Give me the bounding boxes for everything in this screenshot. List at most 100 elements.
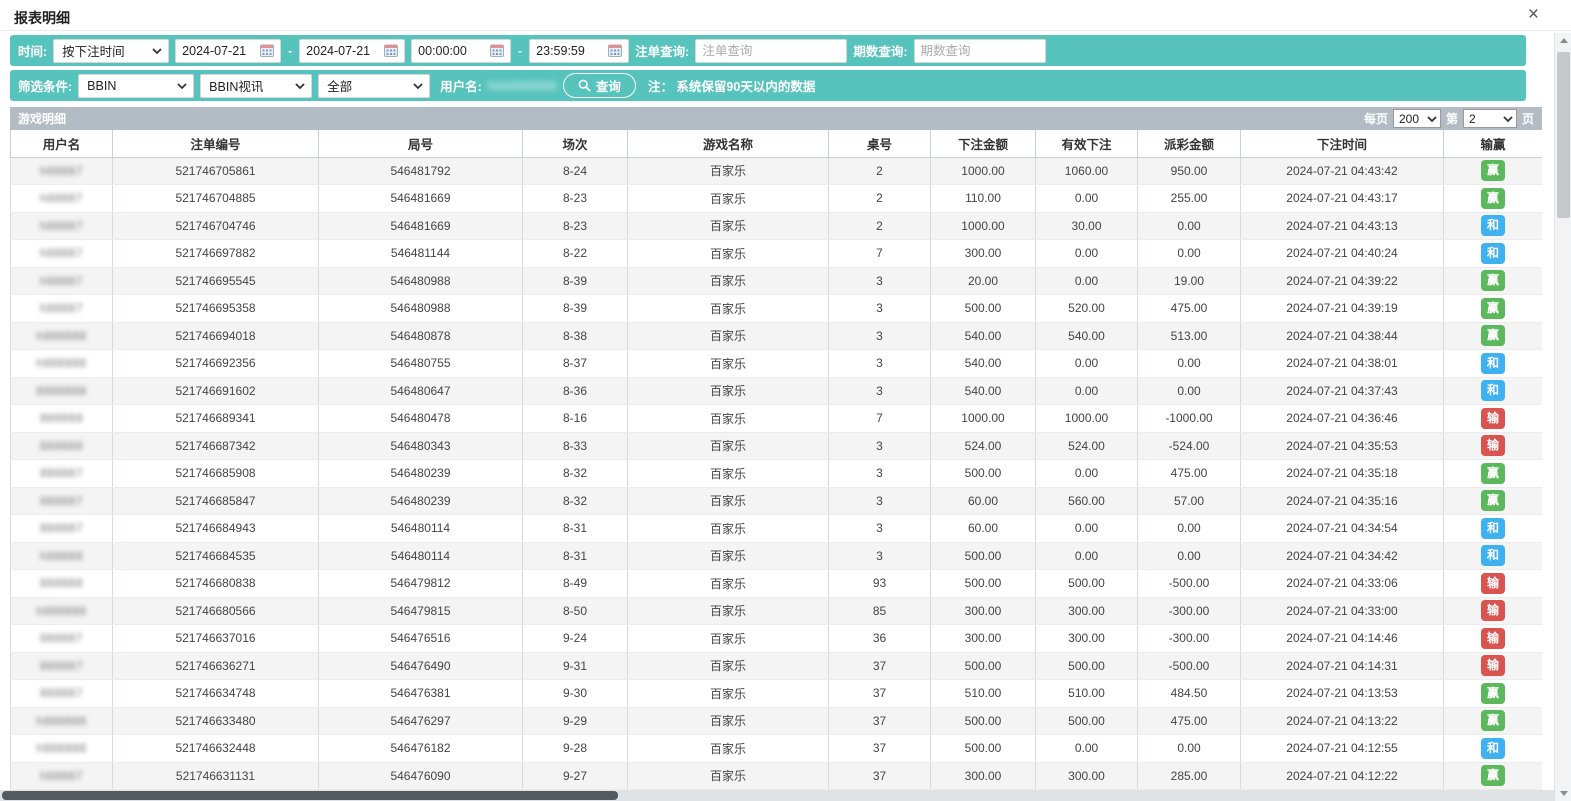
cell-round-no: 546480878 [319,322,523,350]
calendar-icon[interactable] [608,44,622,57]
result-badge: 输 [1481,655,1505,676]
cell-valid-bet: 0.00 [1036,515,1138,543]
time-type-select[interactable]: 按下注时间 [53,39,169,63]
time-to-input[interactable] [536,44,604,58]
table-row: h888875217466953585464809888-39百家乐3500.0… [11,295,1543,323]
bet-query-field[interactable] [695,39,847,63]
result-badge: 和 [1481,545,1505,566]
vertical-scrollbar[interactable] [1554,33,1571,801]
cell-round-no: 546481669 [319,212,523,240]
cell-payout: 475.00 [1138,707,1241,735]
date-from-field[interactable] [175,39,281,63]
cell-bet-amount: 500.00 [931,570,1036,598]
cell-game-name: 百家乐 [628,460,829,488]
table-row: h888875217467047465464816698-23百家乐21000.… [11,212,1543,240]
cell-bet-id: 521746680838 [113,570,319,598]
calendar-icon[interactable] [384,44,398,57]
cell-session: 8-38 [523,322,628,350]
cell-result: 输 [1444,432,1543,460]
cell-game-name: 百家乐 [628,322,829,350]
cell-valid-bet: 520.00 [1036,295,1138,323]
vendor-select[interactable]: BBIN [78,74,194,98]
table-row: 8888875217466859085464802398-32百家乐3500.0… [11,460,1543,488]
scope-select[interactable]: 全部 [318,74,430,98]
column-header: 场次 [523,130,628,157]
cell-bet-id: 521746695545 [113,267,319,295]
cell-payout: 513.00 [1138,322,1241,350]
cell-table-no: 3 [829,267,931,295]
period-query-input[interactable] [921,44,1039,58]
cell-valid-bet: 1060.00 [1036,157,1138,185]
result-badge: 赢 [1481,160,1505,181]
cell-payout: 475.00 [1138,460,1241,488]
bet-query-input[interactable] [702,44,840,58]
cell-round-no: 546481144 [319,240,523,268]
cell-username: 888887 [11,652,113,680]
horizontal-scrollbar-thumb[interactable] [2,791,618,800]
cell-bet-id: 521746697882 [113,240,319,268]
period-query-field[interactable] [914,39,1046,63]
cell-round-no: 546476182 [319,735,523,763]
cell-payout: 0.00 [1138,515,1241,543]
time-from-field[interactable] [411,39,511,63]
cell-bet-time: 2024-07-21 04:12:55 [1241,735,1444,763]
search-button-label: 查询 [596,76,621,95]
cell-result: 赢 [1444,322,1543,350]
date-from-input[interactable] [182,44,256,58]
cell-game-name: 百家乐 [628,405,829,433]
cell-valid-bet: 510.00 [1036,680,1138,708]
scroll-up-arrow-icon[interactable] [1555,33,1571,48]
cell-bet-id: 521746705861 [113,157,319,185]
cell-round-no: 546481669 [319,185,523,213]
cell-table-no: 3 [829,542,931,570]
cell-session: 8-31 [523,542,628,570]
horizontal-scrollbar[interactable] [0,790,1554,801]
table-row: h888875217466955455464809888-39百家乐320.00… [11,267,1543,295]
cell-bet-amount: 500.00 [931,460,1036,488]
table-row: h8888885217466334805464762979-29百家乐37500… [11,707,1543,735]
per-page-select[interactable]: 200 [1393,109,1441,128]
cell-bet-time: 2024-07-21 04:39:19 [1241,295,1444,323]
cell-bet-time: 2024-07-21 04:34:42 [1241,542,1444,570]
cell-result: 赢 [1444,267,1543,295]
column-header: 派彩金额 [1138,130,1241,157]
cell-bet-time: 2024-07-21 04:12:22 [1241,762,1444,790]
time-from-input[interactable] [418,44,486,58]
calendar-icon[interactable] [260,44,274,57]
table-row: 8888875217466347485464763819-30百家乐37510.… [11,680,1543,708]
date-to-input[interactable] [306,44,380,58]
cell-table-no: 3 [829,322,931,350]
cell-table-no: 37 [829,735,931,763]
cell-username: h888888 [11,597,113,625]
cell-table-no: 37 [829,707,931,735]
calendar-icon[interactable] [490,44,504,57]
cell-session: 9-30 [523,680,628,708]
chevron-down-icon [295,81,305,91]
cell-game-name: 百家乐 [628,570,829,598]
report-detail-window: 报表明细 × 时间: 按下注时间 - - 注单查询: 期数查 [0,0,1571,801]
scroll-down-arrow-icon[interactable] [1555,786,1571,801]
time-to-field[interactable] [529,39,629,63]
cell-game-name: 百家乐 [628,377,829,405]
cell-payout: 950.00 [1138,157,1241,185]
cell-username: h88887 [11,212,113,240]
cell-username: 888887 [11,487,113,515]
page-select[interactable]: 2 [1463,109,1517,128]
cell-valid-bet: 0.00 [1036,377,1138,405]
cell-result: 赢 [1444,157,1543,185]
vertical-scrollbar-thumb[interactable] [1557,52,1570,218]
cell-bet-time: 2024-07-21 04:36:46 [1241,405,1444,433]
result-badge: 赢 [1481,765,1505,786]
search-button[interactable]: 查询 [563,73,636,98]
cell-result: 赢 [1444,487,1543,515]
column-header: 桌号 [829,130,931,157]
cell-table-no: 7 [829,405,931,433]
close-icon[interactable]: × [1528,5,1539,25]
cell-table-no: 2 [829,212,931,240]
cell-result: 输 [1444,597,1543,625]
category-select[interactable]: BBIN视讯 [200,74,312,98]
username-masked: h88887 [40,301,83,315]
cell-round-no: 546476516 [319,625,523,653]
username-masked: h88887 [40,219,83,233]
date-to-field[interactable] [299,39,405,63]
